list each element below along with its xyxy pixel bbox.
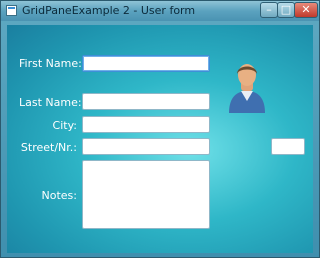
user-avatar-icon: [229, 64, 265, 113]
app-window: GridPaneExample 2 - User form – □ ✕ Firs…: [0, 0, 320, 258]
notes-textarea[interactable]: [82, 160, 210, 229]
minimize-button[interactable]: –: [260, 2, 278, 18]
window-title: GridPaneExample 2 - User form: [22, 4, 196, 17]
first-name-label: First Name:: [19, 57, 82, 70]
notes-label: Notes:: [41, 189, 77, 202]
city-field[interactable]: [82, 116, 210, 133]
last-name-label: Last Name:: [19, 96, 82, 109]
form-content: First Name: Last Name: City: Street/Nr.:…: [7, 25, 313, 253]
first-name-field[interactable]: [82, 55, 210, 72]
close-button[interactable]: ✕: [294, 2, 318, 18]
city-label: City:: [52, 119, 77, 132]
street-number-field[interactable]: [271, 138, 305, 155]
street-label: Street/Nr.:: [20, 141, 77, 154]
last-name-field[interactable]: [82, 93, 210, 110]
title-bar[interactable]: GridPaneExample 2 - User form – □ ✕: [1, 1, 319, 21]
street-field[interactable]: [82, 138, 210, 155]
maximize-button[interactable]: □: [277, 2, 295, 18]
app-icon[interactable]: [6, 5, 17, 16]
